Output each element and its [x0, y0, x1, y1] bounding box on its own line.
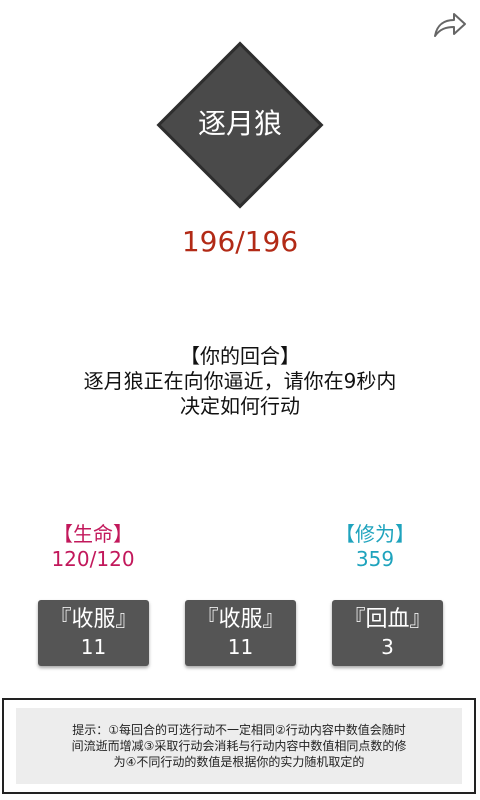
- turn-title: 【你的回合】: [180, 344, 300, 368]
- cultivation-stat: 【修为】 359: [315, 522, 435, 572]
- action-button-subdue-1[interactable]: 『收服』 11: [38, 600, 149, 666]
- action-count: 3: [381, 635, 394, 659]
- turn-message-line1: 逐月狼正在向你逼近，请你在9秒内: [83, 369, 397, 393]
- cultivation-value: 359: [355, 547, 395, 571]
- cultivation-label: 【修为】: [335, 522, 415, 546]
- share-arrow-icon: [434, 13, 466, 37]
- action-label: 『收服』: [196, 607, 285, 632]
- life-label: 【生命】: [53, 522, 133, 546]
- turn-message: 【你的回合】 逐月狼正在向你逼近，请你在9秒内 决定如何行动: [40, 344, 440, 419]
- turn-message-line2: 决定如何行动: [180, 394, 300, 418]
- action-label: 『收服』: [49, 607, 138, 632]
- enemy-hp: 196/196: [181, 225, 299, 258]
- tip-line2: 间流逝而增减③采取行动会消耗与行动内容中数值相同点数的修: [71, 739, 407, 753]
- life-stat: 【生命】 120/120: [33, 522, 153, 572]
- tip-line1: 提示：①每回合的可选行动不一定相同②行动内容中数值会随时: [72, 723, 406, 737]
- tip-line3: 为④不同行动的数值是根据你的实力随机取定的: [113, 755, 365, 769]
- tip-panel: 提示：①每回合的可选行动不一定相同②行动内容中数值会随时 间流逝而增减③采取行动…: [2, 698, 476, 794]
- action-button-subdue-2[interactable]: 『收服』 11: [185, 600, 296, 666]
- enemy-card: 逐月狼: [150, 40, 330, 210]
- life-value: 120/120: [51, 547, 135, 571]
- action-bar: 『收服』 11 『收服』 11 『回血』 3: [38, 600, 444, 666]
- share-button[interactable]: [430, 10, 470, 40]
- action-count: 11: [80, 635, 107, 659]
- tip-text: 提示：①每回合的可选行动不一定相同②行动内容中数值会随时 间流逝而增减③采取行动…: [54, 722, 425, 770]
- action-label: 『回血』: [343, 607, 432, 632]
- action-button-heal[interactable]: 『回血』 3: [332, 600, 443, 666]
- action-count: 11: [227, 635, 254, 659]
- enemy-name: 逐月狼: [197, 107, 282, 140]
- tip-box: 提示：①每回合的可选行动不一定相同②行动内容中数值会随时 间流逝而增减③采取行动…: [16, 708, 462, 784]
